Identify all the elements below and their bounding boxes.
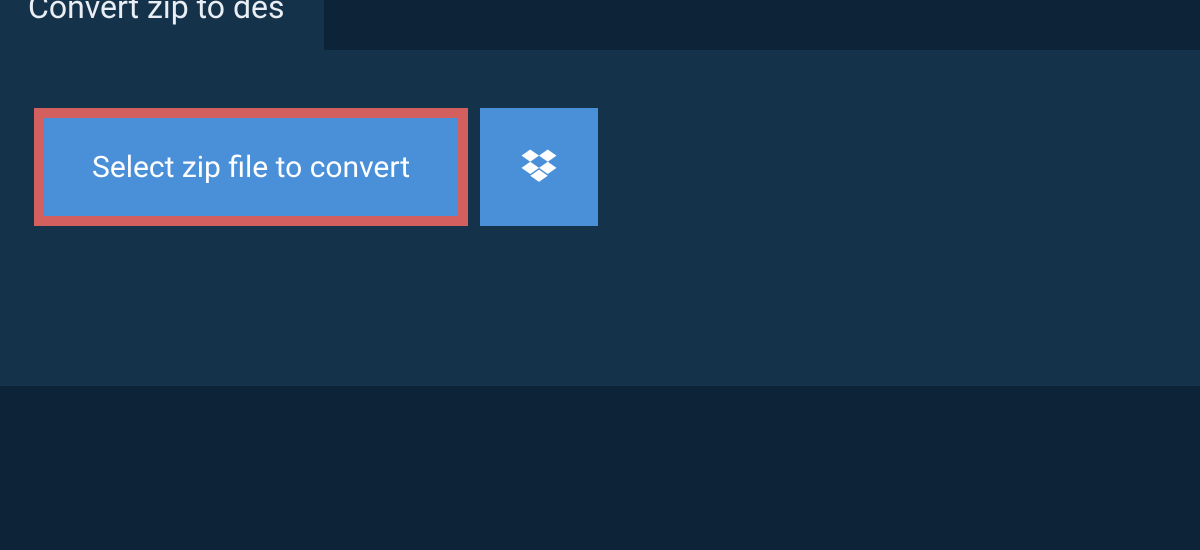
tab-convert[interactable]: Convert zip to des [0,0,324,50]
tab-label: Convert zip to des [28,0,284,26]
converter-panel: Convert zip to des Select zip file to co… [0,50,1200,386]
select-file-button[interactable]: Select zip file to convert [34,108,468,226]
dropbox-icon [518,146,560,188]
select-file-label: Select zip file to convert [92,150,410,185]
upload-row: Select zip file to convert [0,50,1200,226]
dropbox-upload-button[interactable] [480,108,598,226]
